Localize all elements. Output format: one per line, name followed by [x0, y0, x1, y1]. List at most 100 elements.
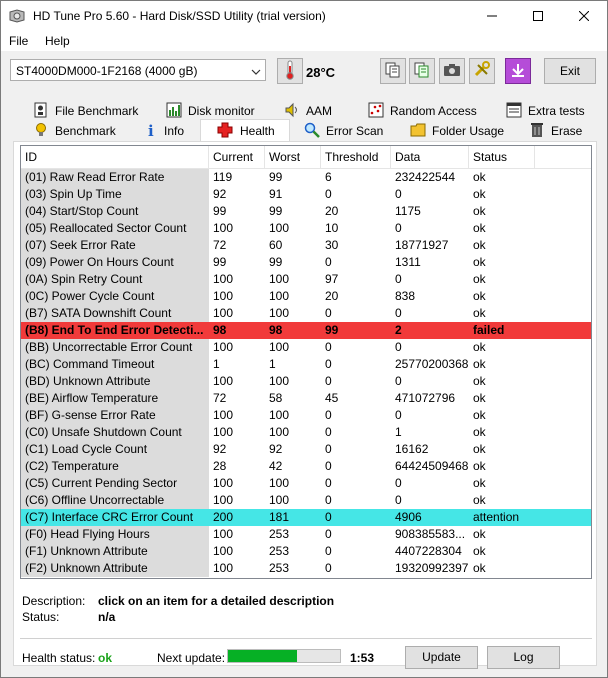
table-row[interactable]: (F0) Head Flying Hours 100 253 0 908385583..…	[21, 526, 591, 543]
column-header-threshold[interactable]: Threshold	[321, 146, 391, 168]
column-header-status[interactable]: Status	[469, 146, 535, 168]
cell-id: (C2) Temperature	[21, 458, 209, 475]
table-row[interactable]: (BF) G-sense Error Rate 100 100 0 0 ok	[21, 407, 591, 424]
update-button[interactable]: Update	[405, 646, 478, 669]
table-row[interactable]: (BD) Unknown Attribute 100 100 0 0 ok	[21, 373, 591, 390]
tab-random-access[interactable]: Random Access	[368, 101, 478, 121]
cell-status: attention	[469, 509, 535, 526]
maximize-button[interactable]	[515, 1, 561, 31]
disk-monitor-icon	[166, 102, 182, 118]
cell-threshold: 0	[325, 340, 332, 354]
minimize-button[interactable]	[469, 1, 515, 31]
cell-id: (F0) Head Flying Hours	[21, 526, 209, 543]
cell-worst: 98	[265, 322, 321, 339]
cell-threshold: 20	[325, 289, 339, 303]
tab-aam[interactable]: AAM	[284, 101, 344, 121]
cell-id: (C7) Interface CRC Error Count	[21, 509, 209, 526]
cell-worst: 91	[269, 187, 283, 201]
table-row[interactable]: (C0) Unsafe Shutdown Count 100 100 0 1 ok	[21, 424, 591, 441]
table-row[interactable]: (C1) Load Cycle Count 92 92 0 16162 ok	[21, 441, 591, 458]
cell-threshold: 0	[325, 408, 332, 422]
cell-data: 1	[395, 425, 402, 439]
table-row[interactable]: (BC) Command Timeout 1 1 0 25770200368 ok	[21, 356, 591, 373]
table-row[interactable]: (09) Power On Hours Count 99 99 0 1311 ok	[21, 254, 591, 271]
temperature-readout: 28°C	[306, 65, 336, 80]
cell-data: 0	[395, 272, 402, 286]
screenshot-button[interactable]	[439, 58, 465, 84]
cell-data: 1311	[395, 255, 421, 269]
log-button[interactable]: Log	[487, 646, 560, 669]
cell-threshold: 0	[325, 527, 332, 541]
copy-all-button[interactable]	[409, 58, 435, 84]
table-row[interactable]: (01) Raw Read Error Rate 119 99 6 232422544 o…	[21, 169, 591, 186]
cell-current: 99	[213, 204, 227, 218]
table-row[interactable]: (07) Seek Error Rate 72 60 30 18771927 ok	[21, 237, 591, 254]
random-access-icon	[368, 102, 384, 118]
update-progress-fill	[228, 650, 298, 662]
cell-status: failed	[469, 322, 535, 339]
table-row[interactable]: (C5) Current Pending Sector 100 100 0 0 ok	[21, 475, 591, 492]
table-row[interactable]: (05) Reallocated Sector Count 100 100 10 0 ok	[21, 220, 591, 237]
status-value: n/a	[98, 610, 116, 624]
copy-info-button[interactable]	[380, 58, 406, 84]
options-button[interactable]	[469, 58, 495, 84]
cell-data: 0	[395, 374, 402, 388]
column-header-data[interactable]: Data	[391, 146, 469, 168]
app-window: HD Tune Pro 5.60 - Hard Disk/SSD Utility…	[0, 0, 608, 678]
cell-current: 100	[213, 493, 234, 507]
tab-info[interactable]: i Info	[142, 121, 202, 141]
tab-erase[interactable]: Erase	[529, 121, 589, 141]
column-header-worst[interactable]: Worst	[265, 146, 321, 168]
table-row[interactable]: (C6) Offline Uncorrectable 100 100 0 0 ok	[21, 492, 591, 509]
cell-data: 471072796	[395, 391, 456, 405]
menu-help[interactable]: Help	[45, 34, 70, 48]
cell-status: ok	[473, 561, 486, 575]
tab-health[interactable]: Health	[200, 119, 290, 143]
hd-tune-app-icon	[9, 9, 25, 23]
drive-select[interactable]: ST4000DM000-1F2168 (4000 gB)	[10, 59, 266, 81]
save-button[interactable]	[505, 58, 531, 84]
tab-error-scan[interactable]: Error Scan	[304, 121, 384, 141]
temperature-button[interactable]	[277, 58, 303, 84]
table-row[interactable]: (04) Start/Stop Count 99 99 20 1175 ok	[21, 203, 591, 220]
cell-status: ok	[473, 493, 486, 507]
next-update-label: Next update:	[157, 651, 226, 665]
cell-threshold: 0	[325, 493, 332, 507]
table-row[interactable]: (03) Spin Up Time 92 91 0 0 ok	[21, 186, 591, 203]
table-row[interactable]: (BE) Airflow Temperature 72 58 45 471072796 o…	[21, 390, 591, 407]
table-row[interactable]: (B8) End To End Error Detecti... 98 98 99 2 f…	[21, 322, 591, 339]
table-row[interactable]: (B7) SATA Downshift Count 100 100 0 0 ok	[21, 305, 591, 322]
cell-data: 0	[395, 306, 402, 320]
table-row[interactable]: (0C) Power Cycle Count 100 100 20 838 ok	[21, 288, 591, 305]
table-row[interactable]: (F2) Unknown Attribute 100 253 0 19320992397…	[21, 560, 591, 577]
cell-current: 1	[213, 357, 220, 371]
column-header-current[interactable]: Current	[209, 146, 265, 168]
table-row[interactable]: (C2) Temperature 28 42 0 64424509468 ok	[21, 458, 591, 475]
tab-file-benchmark[interactable]: File Benchmark	[33, 101, 151, 121]
cell-id: (0C) Power Cycle Count	[21, 288, 209, 305]
menu-bar: File Help	[1, 31, 607, 51]
table-row[interactable]: (0A) Spin Retry Count 100 100 97 0 ok	[21, 271, 591, 288]
cell-worst: 181	[265, 509, 321, 526]
tab-extra-tests[interactable]: Extra tests	[506, 101, 596, 121]
cell-id: (09) Power On Hours Count	[21, 254, 209, 271]
cell-id: (01) Raw Read Error Rate	[21, 169, 209, 186]
tab-benchmark[interactable]: Benchmark	[33, 121, 133, 141]
table-row[interactable]: (BB) Uncorrectable Error Count 100 100 0 0 ok	[21, 339, 591, 356]
cell-threshold: 0	[325, 187, 332, 201]
cell-threshold: 0	[321, 509, 391, 526]
exit-button[interactable]: Exit	[544, 58, 596, 84]
column-header-id[interactable]: ID	[21, 146, 209, 168]
cell-threshold: 99	[321, 322, 391, 339]
cell-worst: 99	[269, 255, 283, 269]
cell-threshold: 6	[325, 170, 332, 184]
tab-disk-monitor[interactable]: Disk monitor	[166, 101, 266, 121]
cell-current: 99	[213, 255, 227, 269]
menu-file[interactable]: File	[9, 34, 28, 48]
table-row[interactable]: (C7) Interface CRC Error Count 200 181 0 490…	[21, 509, 591, 526]
table-row[interactable]: (F1) Unknown Attribute 100 253 0 4407228304 o…	[21, 543, 591, 560]
close-button[interactable]	[561, 1, 607, 31]
cell-id: (05) Reallocated Sector Count	[21, 220, 209, 237]
tab-folder-usage[interactable]: Folder Usage	[410, 121, 510, 141]
cell-data: 0	[395, 408, 402, 422]
